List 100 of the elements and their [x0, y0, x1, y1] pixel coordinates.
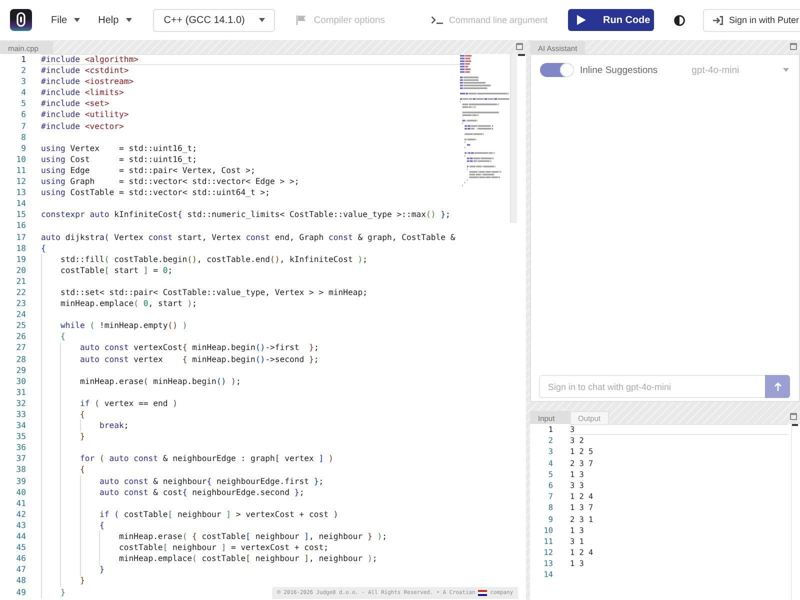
line-number: 32 [16, 398, 26, 408]
line-number: 3 [21, 76, 26, 86]
line-number: 43 [16, 520, 26, 530]
code-line: std::set< std::pair< CostTable::value_type, Vertex > > minHeap; [60, 286, 368, 298]
scrollbar-thumb[interactable] [510, 54, 517, 223]
code-line: { [80, 464, 85, 476]
code-line: #include <utility> [41, 109, 129, 121]
menu-button[interactable]: Help [93, 12, 137, 28]
code-line: { [80, 409, 85, 420]
line-number: 26 [16, 331, 26, 342]
contrast-icon[interactable] [674, 14, 685, 26]
code-line: if ( costTable[ neighbour ] > vertexCost + cost ) [99, 508, 338, 520]
caret-icon [126, 18, 132, 22]
line-number: 25 [16, 320, 26, 330]
code-line: minHeap.erase( minHeap.begin() ); [80, 376, 241, 387]
cursor-marker-icon [518, 54, 525, 56]
sign-in-icon [713, 16, 723, 24]
toggle-switch[interactable] [540, 63, 574, 77]
line-number: 24 [16, 309, 26, 320]
up-arrow-icon [774, 382, 782, 391]
line-number: 27 [16, 342, 26, 352]
line-number: 38 [16, 464, 26, 474]
logo-icon[interactable] [10, 9, 32, 31]
code-line: std::fill( costTable.begin(), costTable.end(), kInfiniteCost ); [60, 254, 368, 265]
code-line: using Vertex = std::uint16_t; [41, 142, 197, 154]
menu-button[interactable]: File [46, 12, 86, 28]
code-line: minHeap.emplace( costTable[ neighbour ], neighbour ); [118, 553, 378, 564]
code-line: #include <cstdint> [41, 65, 129, 76]
code-line: } [99, 564, 104, 576]
code-line: #include <set> [41, 98, 110, 110]
line-number: 7 [21, 120, 26, 131]
code-line: } [60, 586, 66, 598]
code-line: auto dijkstra( Vertex const start, Vertex const end, Graph const & graph, CostTable & [41, 232, 456, 243]
code-line: auto const vertexCost{ minHeap.begin()->first }; [80, 342, 319, 354]
code-line: #include <algorithm> [41, 54, 138, 66]
line-number: 40 [16, 486, 26, 497]
line-number: 36 [16, 442, 26, 452]
line-number: 34 [16, 420, 26, 430]
toggle-label: Inline Suggestions [580, 64, 658, 76]
line-number: 16 [16, 220, 26, 230]
line-number: 11 [16, 164, 26, 175]
caret-icon [783, 68, 789, 72]
maximize-icon[interactable] [790, 43, 797, 50]
line-number: 33 [16, 409, 26, 419]
run-button[interactable]: Run Code [568, 9, 654, 31]
flag-icon [296, 15, 306, 25]
line-number: 44 [16, 531, 26, 542]
line-number: 23 [16, 298, 26, 308]
line-number: 42 [16, 508, 26, 519]
line-number: 17 [16, 232, 26, 242]
line-number: 2 [21, 65, 26, 76]
code-line: auto const & cost{ neighbourEdge.second }; [99, 486, 304, 498]
indent-guide [99, 531, 100, 565]
code-line: minHeap.erase( { costTable[ neighbour ], neighbour } ); [118, 531, 388, 542]
code-line: using Cost = std::uint16_t; [41, 154, 197, 165]
line-number: 12 [16, 176, 26, 186]
line-number: 49 [16, 586, 26, 596]
caret-icon [74, 18, 80, 22]
line-number: 18 [16, 242, 26, 253]
line-number: 15 [16, 209, 26, 220]
line-number: 20 [16, 264, 26, 275]
line-number: 21 [16, 276, 26, 286]
maximize-icon[interactable] [790, 413, 797, 420]
code-line: if ( vertex == end ) [80, 398, 178, 409]
code-line: #include <iostream> [41, 76, 134, 88]
sign-in-button[interactable]: Sign in with Puter [703, 8, 800, 32]
code-line: costTable[ start ] = 0; [60, 264, 173, 276]
code-line: auto const & neighbour{ neighbourEdge.first }; [99, 476, 324, 487]
code-line: { [99, 520, 104, 532]
code-line: } [80, 431, 85, 442]
line-number: 31 [16, 386, 26, 397]
language-select[interactable]: C++ (GCC 14.1.0) [152, 8, 275, 32]
code-line: minHeap.emplace( 0, start ); [60, 298, 197, 310]
code-line: while ( !minHeap.empty() ) [60, 320, 188, 332]
line-number: 8 [21, 132, 26, 142]
line-number: 48 [16, 575, 26, 586]
code-line: constexpr auto kInfiniteCost{ std::numeric_limits< CostTable::value_type >::max() }; [41, 209, 450, 220]
line-number: 28 [16, 354, 26, 364]
line-number: 9 [21, 142, 26, 153]
flag-icon [478, 590, 488, 596]
line-number: 45 [16, 542, 26, 552]
cursor-marker-icon [792, 424, 798, 426]
code-minimap-drawing[interactable] [460, 55, 510, 188]
line-number: 47 [16, 564, 26, 574]
maximize-icon[interactable] [516, 43, 523, 50]
line-number: 10 [16, 154, 26, 164]
line-number: 29 [16, 364, 26, 375]
code-line: using CostTable = std::vector< std::uint64_t >; [41, 187, 270, 198]
line-number: 30 [16, 376, 26, 386]
code-line: using Graph = std::vector< std::vector< Edge > >; [41, 176, 300, 188]
line-number: 46 [16, 553, 26, 564]
line-number: 19 [16, 254, 26, 264]
code-line: auto const vertex { minHeap.begin()->second }; [80, 354, 319, 365]
code-line: { [60, 331, 66, 342]
arguments-field[interactable]: Command line argument [449, 13, 552, 27]
code-line: costTable[ neighbour ] = vertexCost + cost; [118, 542, 329, 554]
code-line: using Edge = std::pair< Vertex, Cost >; [41, 164, 256, 176]
line-number: 13 [16, 187, 26, 198]
line-number: 35 [16, 431, 26, 442]
line-number: 1 [21, 54, 26, 64]
